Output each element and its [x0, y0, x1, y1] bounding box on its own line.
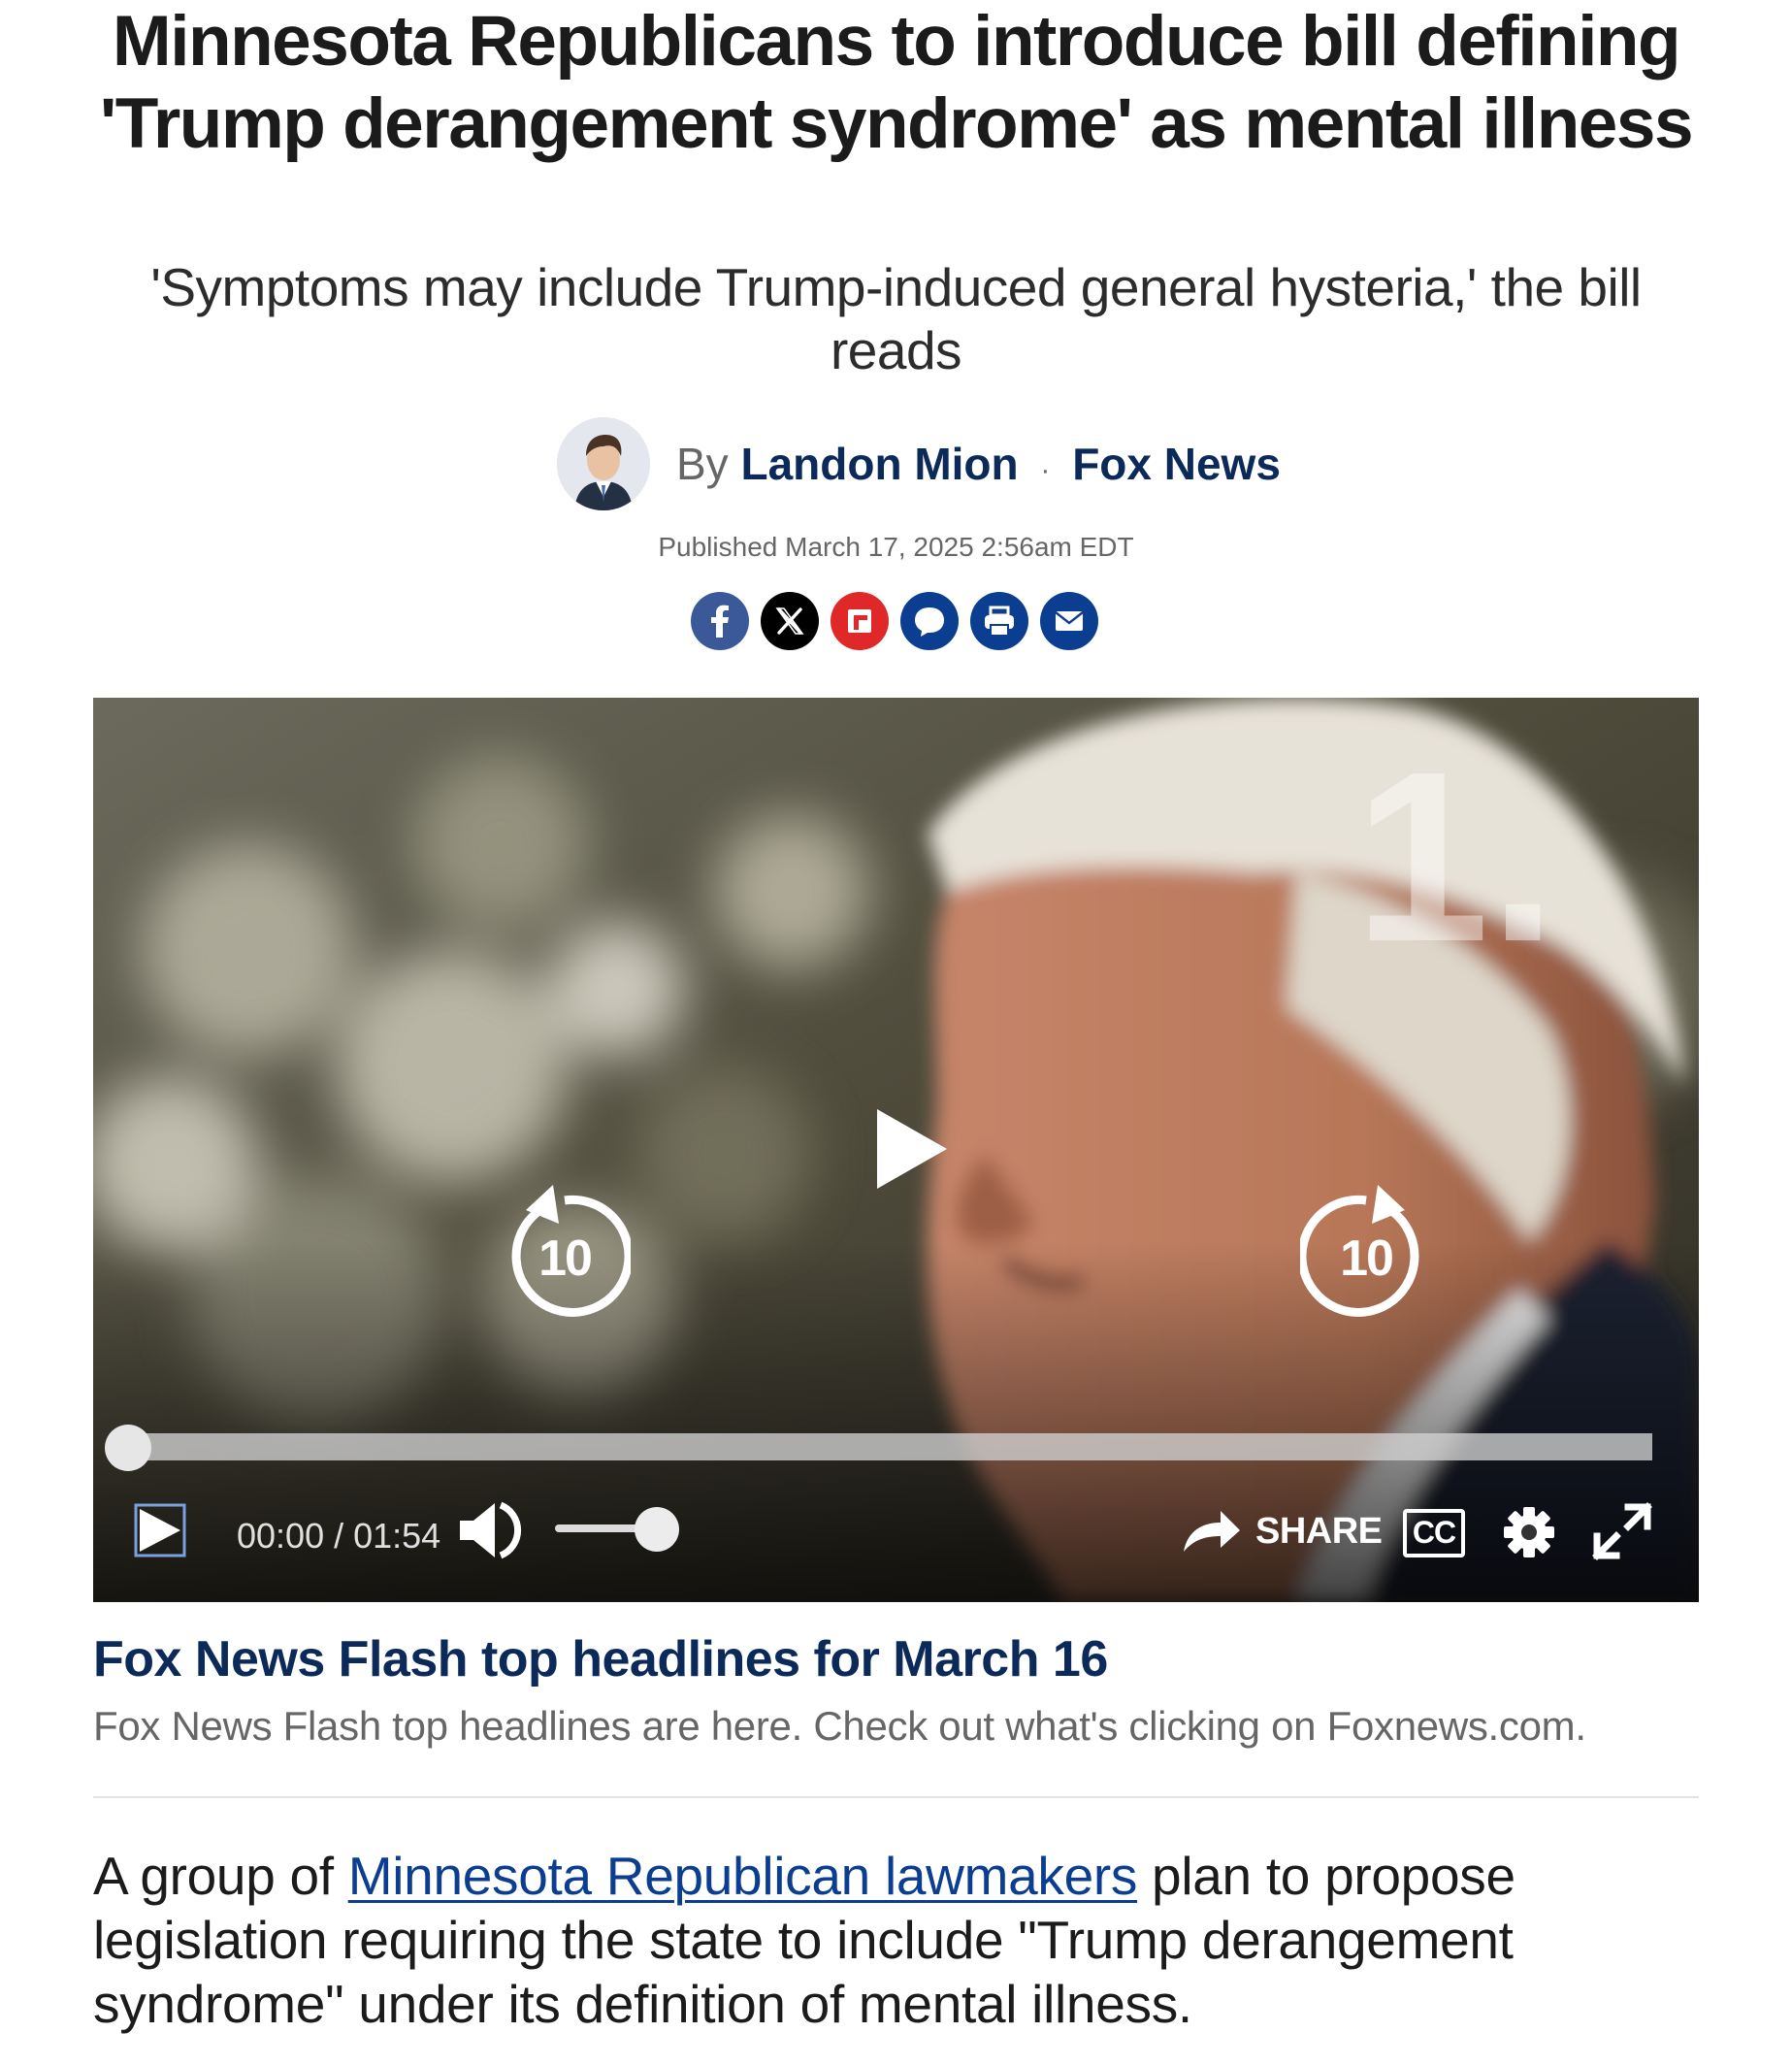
video-player[interactable]: 1. 10 10 00:00 / 01:54 SHARE CC — [93, 698, 1699, 1602]
forward-label: 10 — [1340, 1230, 1394, 1287]
forward-10-button[interactable]: 10 — [1297, 1173, 1432, 1319]
video-caption-text: Fox News Flash top headlines are here. C… — [93, 1703, 1586, 1749]
play-icon — [134, 1503, 186, 1557]
print-button[interactable] — [970, 592, 1028, 650]
byline-text: By Landon Mion · Fox News — [676, 435, 1281, 500]
author-link[interactable]: Landon Mion — [740, 439, 1018, 489]
divider — [93, 1796, 1699, 1798]
print-icon — [970, 592, 1028, 650]
share-arrow-icon — [1178, 1501, 1244, 1559]
rewind-10-button[interactable]: 10 — [499, 1173, 634, 1319]
mute-button[interactable] — [456, 1499, 530, 1561]
lead-prefix: A group of — [93, 1846, 348, 1906]
settings-button[interactable] — [1502, 1505, 1556, 1559]
overlay-number: 1. — [1354, 721, 1557, 992]
byline-prefix: By — [676, 439, 729, 489]
video-caption-title[interactable]: Fox News Flash top headlines for March 1… — [93, 1630, 1108, 1688]
author-avatar[interactable] — [557, 417, 650, 510]
byline-separator: · — [1040, 454, 1051, 486]
article-lead-paragraph: A group of Minnesota Republican lawmaker… — [93, 1844, 1684, 2036]
byline: By Landon Mion · Fox News — [0, 417, 1792, 514]
share-bar — [691, 592, 1102, 652]
lawmakers-link[interactable]: Minnesota Republican lawmakers — [348, 1846, 1138, 1906]
x-icon — [761, 592, 819, 650]
article-subheadline: 'Symptoms may include Trump-induced gene… — [150, 257, 1642, 380]
expand-icon — [1592, 1502, 1652, 1560]
email-share-button[interactable] — [1040, 592, 1098, 650]
facebook-share-button[interactable] — [691, 592, 749, 650]
flipboard-icon — [831, 592, 889, 650]
outlet-link[interactable]: Fox News — [1072, 439, 1281, 489]
progress-handle[interactable] — [105, 1425, 151, 1471]
comment-icon — [900, 592, 959, 650]
video-share-button[interactable]: SHARE — [1255, 1511, 1383, 1553]
gear-icon — [1504, 1507, 1554, 1557]
cc-label: CC — [1412, 1515, 1456, 1550]
progress-bar[interactable] — [128, 1433, 1652, 1460]
play-center-button[interactable] — [865, 1105, 953, 1193]
email-icon — [1040, 592, 1098, 650]
fullscreen-button[interactable] — [1591, 1499, 1653, 1561]
closed-captions-button[interactable]: CC — [1403, 1509, 1465, 1557]
published-date: Published March 17, 2025 2:56am EDT — [658, 532, 1134, 562]
facebook-icon — [691, 592, 749, 650]
comment-button[interactable] — [900, 592, 959, 650]
video-time: 00:00 / 01:54 — [237, 1516, 441, 1556]
x-share-button[interactable] — [761, 592, 819, 650]
volume-icon — [460, 1501, 522, 1559]
play-button[interactable] — [134, 1503, 186, 1557]
volume-handle[interactable] — [635, 1507, 679, 1552]
rewind-label: 10 — [538, 1230, 593, 1287]
flipboard-share-button[interactable] — [831, 592, 889, 650]
play-icon — [877, 1109, 947, 1189]
article-headline: Minnesota Republicans to introduce bill … — [99, 2, 1694, 163]
